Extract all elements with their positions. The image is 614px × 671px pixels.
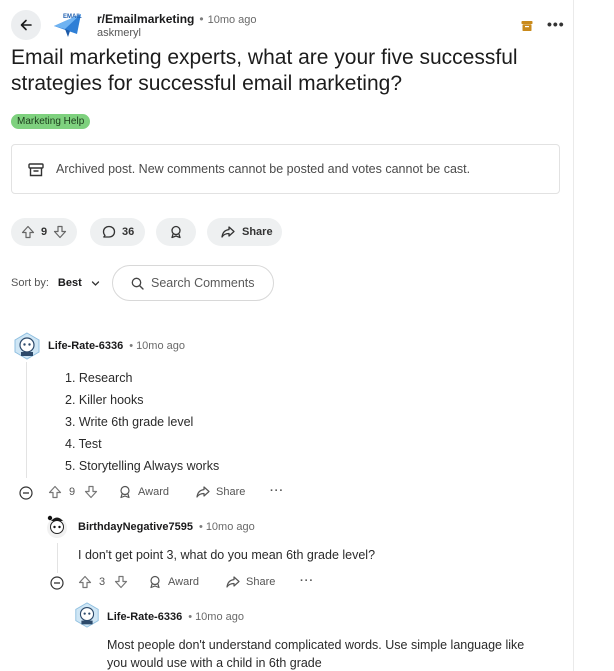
back-button[interactable] [11,10,41,40]
downvote-icon[interactable] [114,575,128,589]
award-icon [120,485,130,499]
separator-dot: • [129,340,134,352]
archived-notice: Archived post. New comments cannot be po… [11,144,560,194]
share-button[interactable]: Share [207,218,282,246]
sort-control[interactable]: Sort by: Best [11,277,100,289]
post-title: Email marketing experts, what are your f… [11,46,518,95]
comment-time: 10mo ago [205,521,255,533]
share-icon [221,226,235,238]
comment-username[interactable]: Life-Rate-6336 [107,611,182,623]
downvote-icon[interactable] [53,225,67,239]
comment-username[interactable]: Life-Rate-6336 [48,340,123,352]
post-flair[interactable]: Marketing Help [11,114,91,129]
comment-line: 3. Write 6th grade level [65,415,194,429]
subreddit-avatar[interactable]: EMAIL [51,10,85,40]
thread-line[interactable] [26,362,27,478]
share-button[interactable]: Share [226,575,275,589]
share-icon [226,576,240,588]
award-icon [171,225,181,239]
comment-username[interactable]: BirthdayNegative7595 [78,521,193,533]
archived-notice-text: Archived post. New comments cannot be po… [56,162,471,176]
more-options-icon[interactable]: ••• [547,16,565,32]
back-arrow-icon [20,19,32,31]
comment-line: 4. Test [65,437,102,451]
comment-line: 2. Killer hooks [65,393,144,407]
share-label: Share [246,576,276,588]
search-icon [131,277,144,290]
collapse-icon[interactable] [49,575,65,591]
more-options-icon[interactable]: ··· [270,485,284,497]
comment-meta: Life-Rate-6336 • 10mo ago [48,340,185,352]
chevron-down-icon [91,280,99,286]
share-button[interactable]: Share [196,485,245,499]
archive-icon [28,163,44,177]
search-comments-input[interactable]: Search Comments [112,265,274,301]
comment-actions: 3 Award Share ··· [49,575,349,593]
separator-dot: • [188,611,193,623]
comment-line: Most people don't understand complicated… [107,638,525,652]
sort-value[interactable]: Best [58,277,82,289]
comment-vote-count: 3 [99,576,106,588]
comment-line: I don't get point 3, what do you mean 6t… [78,548,376,562]
comment-icon [102,225,116,238]
svg-text:EMAIL: EMAIL [63,14,82,20]
comment-line: 5. Storytelling Always works [65,459,220,473]
award-label: Award [138,486,169,498]
comment-time: 10mo ago [195,611,244,623]
post-author[interactable]: askmeryl [97,27,141,39]
upvote-icon[interactable] [21,225,35,239]
upvote-icon[interactable] [48,485,62,499]
comment-vote-count: 9 [69,486,76,498]
vote-pill: 9 [11,218,77,246]
comment-line: you would use with a child in 6th grade [107,656,322,670]
search-placeholder: Search Comments [151,276,255,290]
sort-label: Sort by: [11,277,49,289]
avatar[interactable] [73,601,101,629]
avatar[interactable] [42,512,70,540]
award-button[interactable] [156,218,196,246]
comment-line: 1. Research [65,371,133,385]
right-divider [573,0,574,671]
comment-actions: 9 Award Share ··· [18,485,318,503]
award-button[interactable]: Award [148,575,199,589]
separator-dot: • [198,521,203,533]
share-label: Share [216,486,246,498]
post-vote-count: 9 [41,226,48,238]
share-icon [196,486,210,498]
comments-button[interactable]: 36 [90,218,145,246]
subreddit-name[interactable]: r/Emailmarketing [97,12,194,26]
award-label: Award [168,576,199,588]
comment-time: 10mo ago [136,340,185,352]
comment-count: 36 [122,226,135,238]
award-icon [150,575,160,589]
post-header: EMAIL r/Emailmarketing • 10mo ago askmeryl… [11,10,571,42]
archive-icon [521,21,533,31]
avatar[interactable] [12,331,42,361]
post-time: 10mo ago [207,14,257,26]
collapse-icon[interactable] [18,485,34,501]
subreddit-line: r/Emailmarketing • 10mo ago [97,12,257,26]
separator-dot: • [199,12,204,26]
share-label: Share [242,226,273,238]
upvote-icon[interactable] [78,575,92,589]
thread-line[interactable] [57,543,58,573]
award-button[interactable]: Award [118,485,169,499]
comment-meta: Life-Rate-6336 • 10mo ago [107,611,244,623]
downvote-icon[interactable] [84,485,98,499]
more-options-icon[interactable]: ··· [300,575,314,587]
comment-meta: BirthdayNegative7595 • 10mo ago [78,521,255,533]
